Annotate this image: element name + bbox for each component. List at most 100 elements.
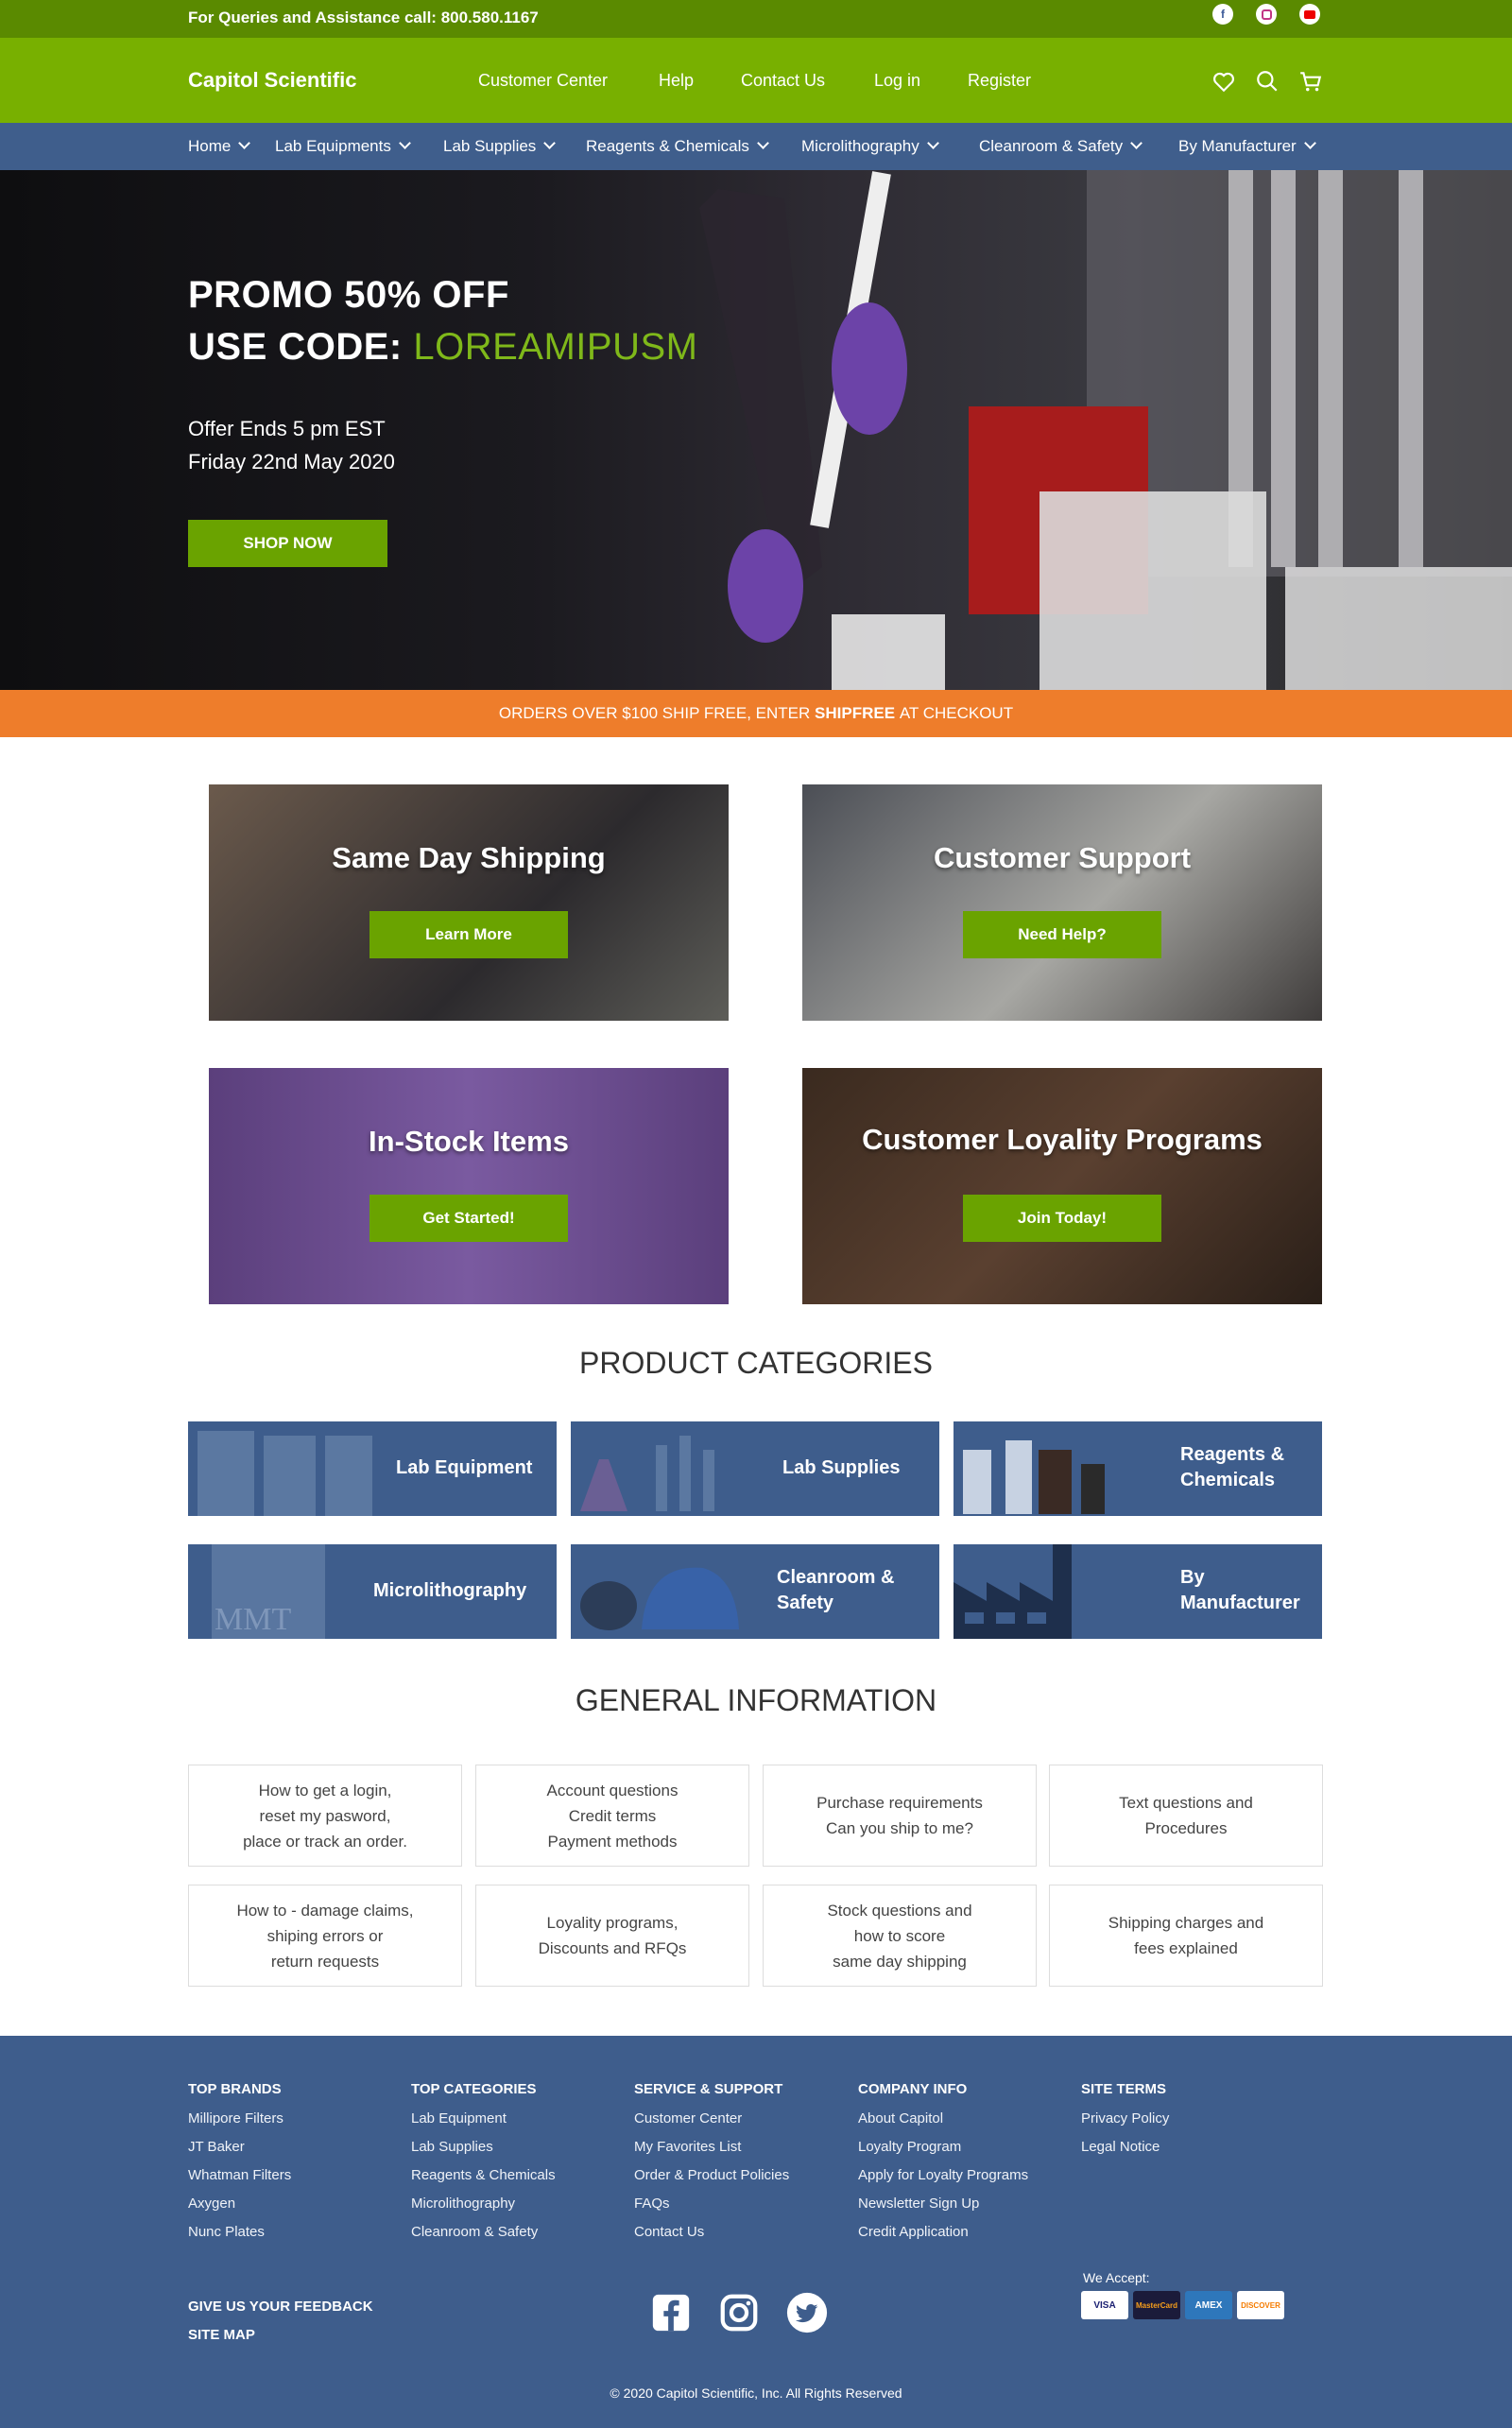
- nav-contact-us[interactable]: Contact Us: [741, 38, 825, 123]
- support-phone-text: For Queries and Assistance call: 800.580…: [188, 9, 539, 26]
- factory-icon: [954, 1544, 1072, 1639]
- info-box-stock[interactable]: Stock questions and how to score same day …: [763, 1885, 1037, 1987]
- category-tile-reagents-chemicals[interactable]: Reagents & Chemicals: [954, 1421, 1322, 1516]
- category-label: Reagents & Chemicals: [1180, 1444, 1285, 1490]
- menu-cleanroom-safety[interactable]: Cleanroom & Safety: [979, 123, 1143, 170]
- mmt-logo-text: MMT: [215, 1602, 291, 1637]
- chevron-down-icon: [926, 137, 939, 149]
- need-help-button[interactable]: Need Help?: [963, 911, 1161, 958]
- footer-heading: SERVICE & SUPPORT: [634, 2081, 783, 2097]
- footer-link[interactable]: Apply for Loyalty Programs: [858, 2161, 1028, 2190]
- footer-link[interactable]: Axygen: [188, 2190, 291, 2218]
- menu-microlithography[interactable]: Microlithography: [801, 123, 939, 170]
- footer-link[interactable]: Order & Product Policies: [634, 2161, 789, 2190]
- category-tile-lab-equipment[interactable]: Lab Equipment: [188, 1421, 557, 1516]
- cart-icon[interactable]: [1298, 69, 1323, 94]
- learn-more-button[interactable]: Learn More: [369, 911, 568, 958]
- menu-by-manufacturer[interactable]: By Manufacturer: [1178, 123, 1316, 170]
- footer-link[interactable]: Nunc Plates: [188, 2218, 291, 2247]
- offer-date-text: Friday 22nd May 2020: [188, 450, 395, 474]
- feature-title: Customer Loyality Programs: [862, 1123, 1263, 1156]
- footer-link[interactable]: Legal Notice: [1081, 2133, 1169, 2161]
- info-box-damage-claims[interactable]: How to - damage claims, shiping errors or…: [188, 1885, 462, 1987]
- feature-card-customer-support[interactable]: Customer Support Need Help?: [802, 784, 1322, 1021]
- footer-link[interactable]: Cleanroom & Safety: [411, 2218, 556, 2247]
- lab-equipment-image: [198, 1431, 372, 1516]
- info-box-text-questions[interactable]: Text questions and Procedures: [1049, 1765, 1323, 1867]
- site-logo[interactable]: Capitol Scientific: [188, 38, 356, 123]
- shop-now-button[interactable]: SHOP NOW: [188, 520, 387, 567]
- reagents-image: [963, 1440, 1105, 1514]
- footer-link[interactable]: Reagents & Chemicals: [411, 2161, 556, 2190]
- nav-login[interactable]: Log in: [874, 38, 920, 123]
- lab-supplies-image: [580, 1436, 714, 1511]
- info-box-purchase[interactable]: Purchase requirements Can you ship to me?: [763, 1765, 1037, 1867]
- offer-ends-text: Offer Ends 5 pm EST: [188, 417, 386, 440]
- site-map-link[interactable]: SITE MAP: [188, 2327, 255, 2343]
- feature-card-loyalty-programs[interactable]: Customer Loyality Programs Join Today!: [802, 1068, 1322, 1304]
- footer-link[interactable]: Newsletter Sign Up: [858, 2190, 1028, 2218]
- footer-link[interactable]: Whatman Filters: [188, 2161, 291, 2190]
- facebook-icon[interactable]: f: [1212, 4, 1233, 25]
- category-nav: Home Lab Equipments Lab Supplies Reagent…: [0, 123, 1512, 170]
- free-shipping-banner: ORDERS OVER $100 SHIP FREE, ENTER SHIPFR…: [0, 690, 1512, 737]
- facebook-icon[interactable]: [649, 2291, 693, 2334]
- menu-lab-supplies[interactable]: Lab Supplies: [443, 123, 557, 170]
- info-box-login[interactable]: How to get a login, reset my pasword, plac…: [188, 1765, 462, 1867]
- join-today-button[interactable]: Join Today!: [963, 1195, 1161, 1242]
- footer-col-service-support: SERVICE & SUPPORT Customer Center My Fav…: [634, 2081, 789, 2247]
- footer-link[interactable]: Credit Application: [858, 2218, 1028, 2247]
- footer-link[interactable]: Lab Equipment: [411, 2105, 556, 2133]
- category-tile-cleanroom-safety[interactable]: Cleanroom & Safety: [571, 1544, 939, 1639]
- footer-link[interactable]: JT Baker: [188, 2133, 291, 2161]
- footer-col-top-brands: TOP BRANDS Millipore Filters JT Baker Wh…: [188, 2081, 291, 2247]
- footer-link[interactable]: Customer Center: [634, 2105, 789, 2133]
- safety-gear-image: [580, 1567, 739, 1630]
- footer-link[interactable]: Microlithography: [411, 2190, 556, 2218]
- footer-link[interactable]: Privacy Policy: [1081, 2105, 1169, 2133]
- category-tile-lab-supplies[interactable]: Lab Supplies: [571, 1421, 939, 1516]
- info-box-loyalty[interactable]: Loyality programs, Discounts and RFQs: [475, 1885, 749, 1987]
- feature-card-same-day-shipping[interactable]: Same Day Shipping Learn More: [209, 784, 729, 1021]
- menu-home[interactable]: Home: [188, 123, 251, 170]
- youtube-icon[interactable]: [1299, 4, 1320, 25]
- footer-link[interactable]: Contact Us: [634, 2218, 789, 2247]
- menu-reagents-chemicals[interactable]: Reagents & Chemicals: [586, 123, 769, 170]
- promo-text: ORDERS OVER $100 SHIP FREE, ENTER: [498, 704, 811, 722]
- nav-help[interactable]: Help: [659, 38, 694, 123]
- instagram-icon[interactable]: [1256, 4, 1277, 25]
- footer-link[interactable]: Millipore Filters: [188, 2105, 291, 2133]
- heart-icon[interactable]: [1211, 69, 1236, 94]
- instagram-icon[interactable]: [717, 2291, 761, 2334]
- footer-link[interactable]: FAQs: [634, 2190, 789, 2218]
- category-label: By Manufacturer: [1180, 1567, 1300, 1613]
- chevron-down-icon: [757, 137, 769, 149]
- general-information-title: GENERAL INFORMATION: [575, 1683, 937, 1717]
- category-tile-microlithography[interactable]: MMT Microlithography: [188, 1544, 557, 1639]
- hero-banner: PROMO 50% OFF USE CODE: LOREAMIPUSM Offe…: [0, 170, 1512, 690]
- chevron-down-icon: [1130, 137, 1143, 149]
- hero-promo-line: PROMO 50% OFF: [188, 274, 509, 316]
- footer-link[interactable]: My Favorites List: [634, 2133, 789, 2161]
- twitter-icon[interactable]: [785, 2291, 829, 2334]
- chevron-down-icon: [399, 137, 411, 149]
- nav-register[interactable]: Register: [968, 38, 1031, 123]
- footer-link[interactable]: Loyalty Program: [858, 2133, 1028, 2161]
- search-icon[interactable]: [1255, 69, 1280, 94]
- footer-link[interactable]: About Capitol: [858, 2105, 1028, 2133]
- category-label: Microlithography: [373, 1580, 527, 1601]
- feature-card-in-stock-items[interactable]: In-Stock Items Get Started!: [209, 1068, 729, 1304]
- feedback-link[interactable]: GIVE US YOUR FEEDBACK: [188, 2299, 373, 2315]
- info-box-shipping[interactable]: Shipping charges and fees explained: [1049, 1885, 1323, 1987]
- category-tile-by-manufacturer[interactable]: By Manufacturer: [954, 1544, 1322, 1639]
- footer-heading: TOP CATEGORIES: [411, 2081, 537, 2097]
- get-started-button[interactable]: Get Started!: [369, 1195, 568, 1242]
- info-box-account[interactable]: Account questions Credit terms Payment met…: [475, 1765, 749, 1867]
- footer-link[interactable]: Lab Supplies: [411, 2133, 556, 2161]
- category-label: Cleanroom & Safety: [777, 1567, 895, 1613]
- nav-customer-center[interactable]: Customer Center: [478, 38, 608, 123]
- visa-card-icon: VISA: [1081, 2291, 1128, 2319]
- menu-lab-equipments[interactable]: Lab Equipments: [275, 123, 411, 170]
- site-header: Capitol Scientific Customer Center Help …: [0, 38, 1512, 123]
- footer-heading: TOP BRANDS: [188, 2081, 282, 2097]
